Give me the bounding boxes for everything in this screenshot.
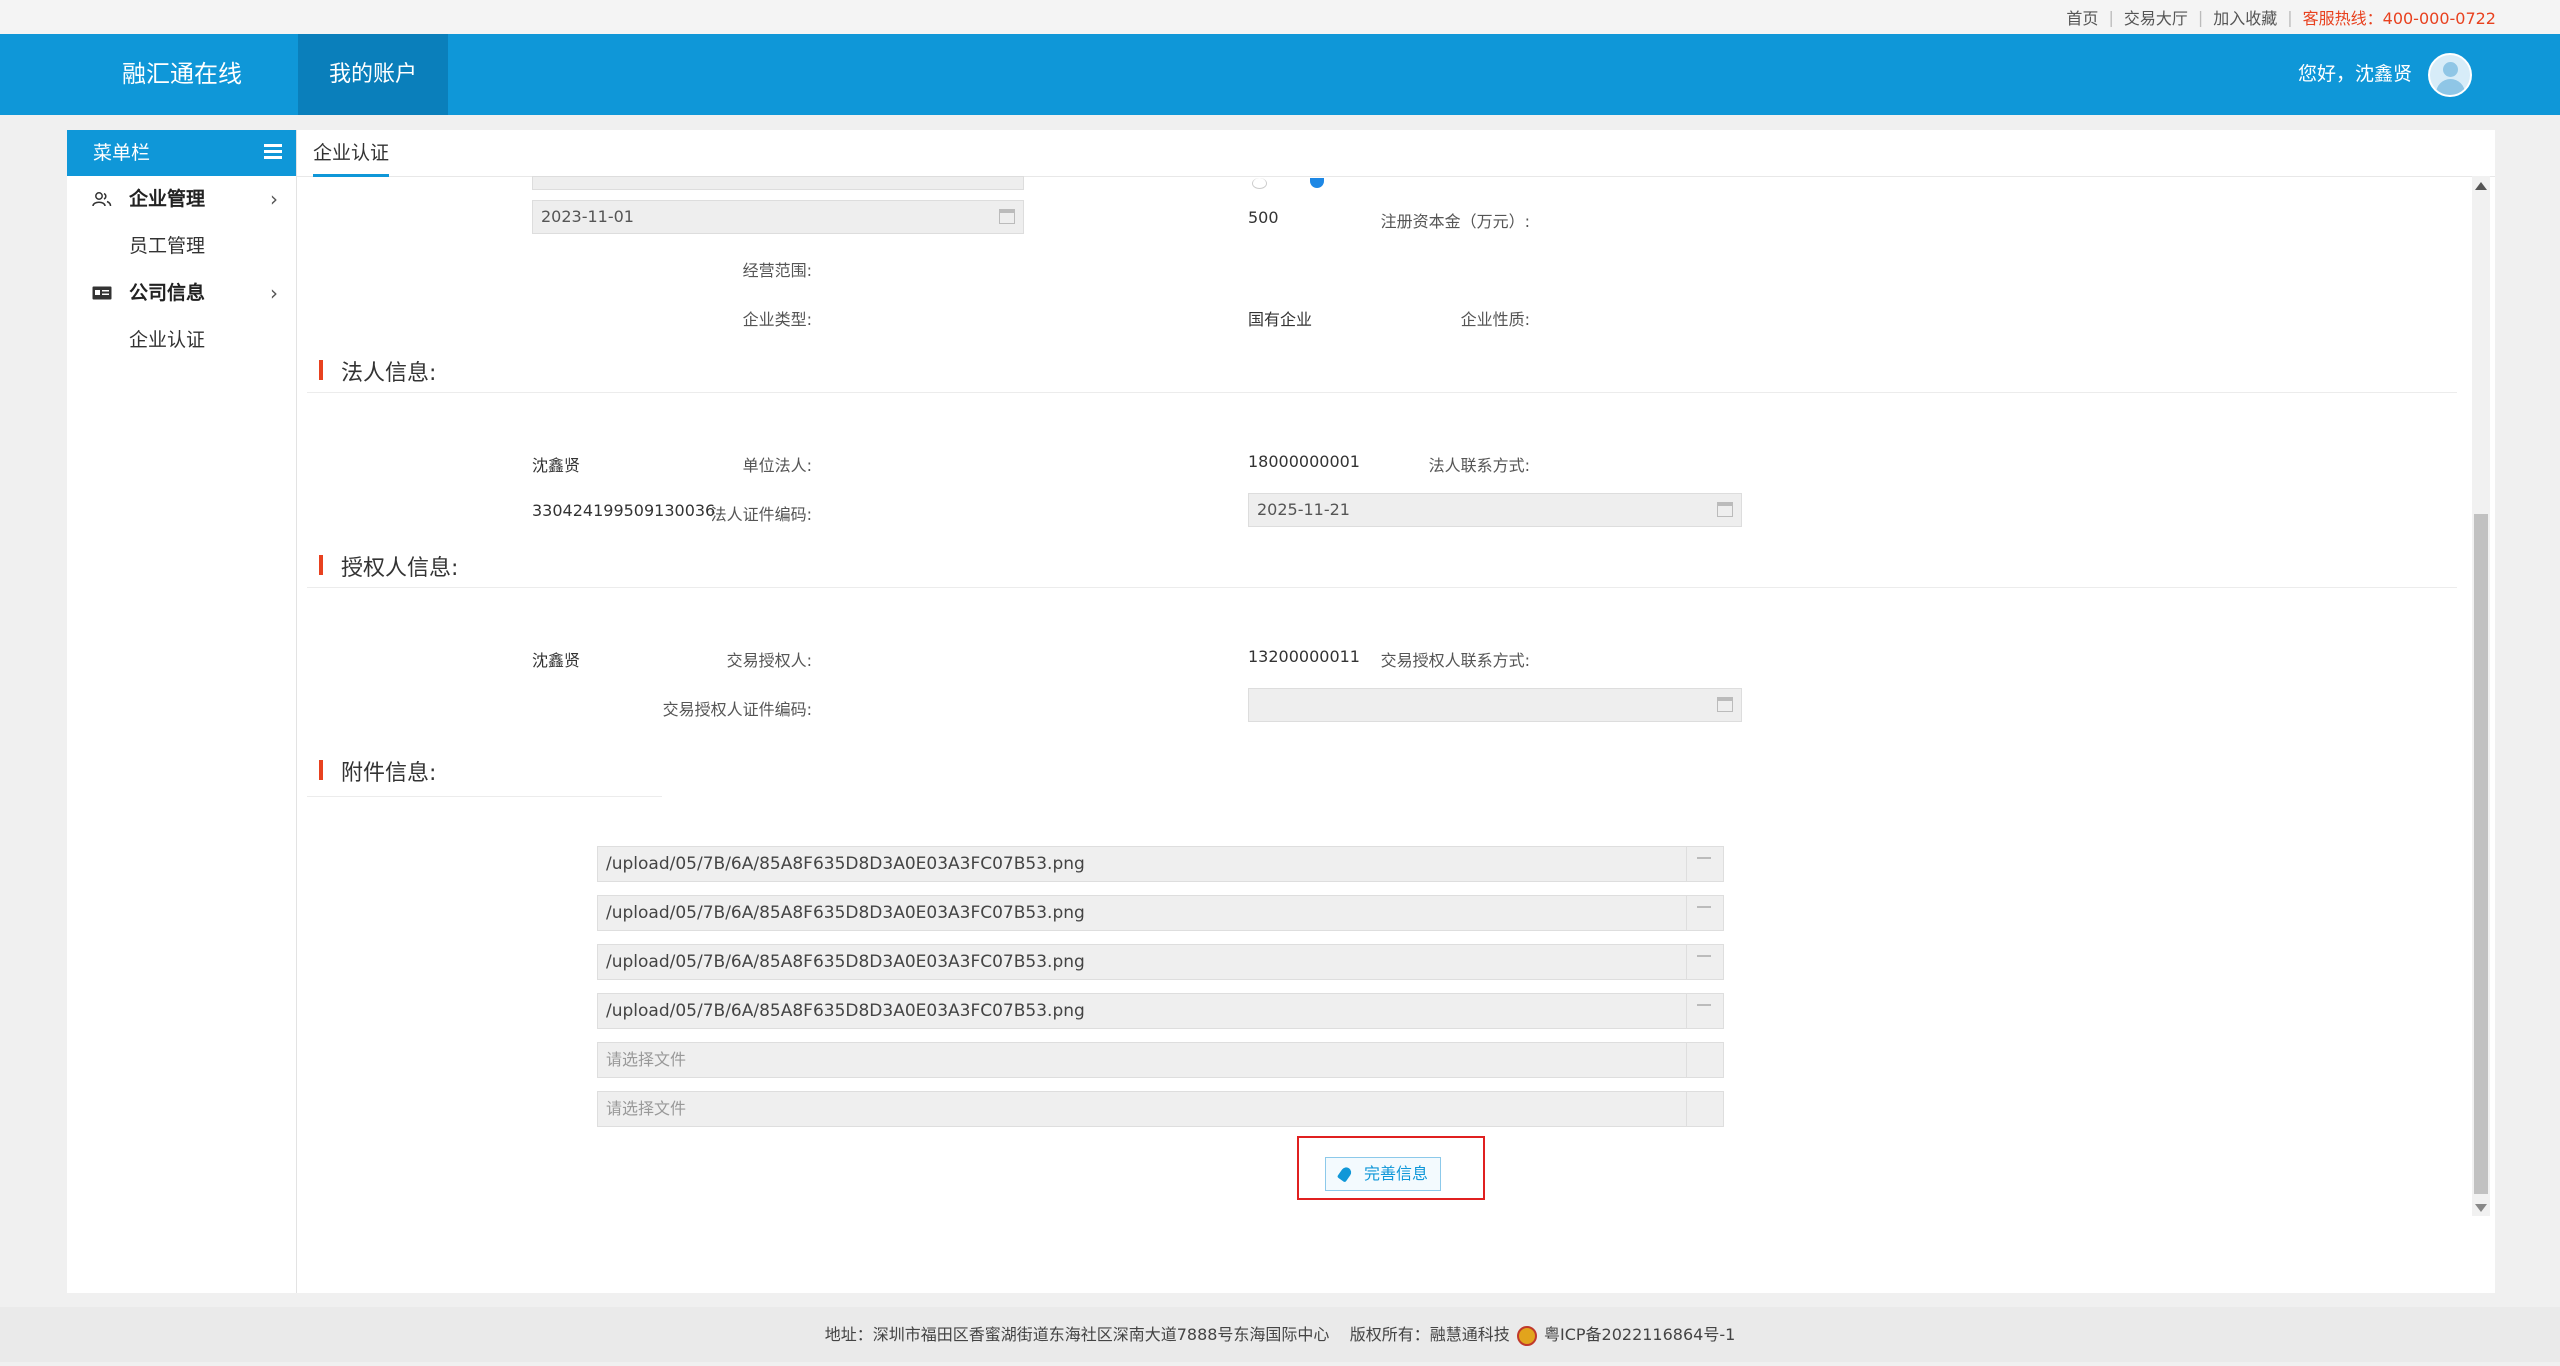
add-favorite-link[interactable]: 加入收藏 bbox=[2207, 5, 2283, 29]
cropped-field bbox=[532, 176, 1024, 190]
legal-expiry-field[interactable]: 2025-11-21 bbox=[1248, 493, 1742, 527]
scope-label: 经营范围: bbox=[742, 261, 812, 280]
sidebar-item-enterprise-certification[interactable]: 企业认证 bbox=[67, 317, 296, 364]
file-placeholder: 请选择文件 bbox=[606, 1050, 687, 1069]
home-link[interactable]: 首页 bbox=[2060, 5, 2104, 29]
content-panel: 企业认证 成立日期: 2023-11-01 注册资本金（万元）: 500 经营范… bbox=[297, 130, 2495, 1293]
file-browse-button[interactable] bbox=[1686, 945, 1723, 979]
legal-phone-value: 18000000001 bbox=[1248, 452, 1360, 471]
section-divider bbox=[307, 392, 2457, 393]
edit-pen-icon bbox=[1336, 1165, 1354, 1183]
sidebar-item-employee-management[interactable]: 员工管理 bbox=[67, 223, 296, 270]
authorized-phone-value: 13200000011 bbox=[1248, 647, 1360, 666]
divider: | bbox=[2197, 7, 2204, 27]
file-field-authorization-letter[interactable]: 请选择文件 bbox=[597, 1091, 1724, 1127]
section-divider bbox=[307, 796, 662, 797]
section-title-legal: 法人信息: bbox=[319, 355, 436, 387]
avatar-head bbox=[2443, 62, 2458, 77]
scroll-down-arrow-icon[interactable] bbox=[2475, 1204, 2487, 1212]
file-browse-button[interactable] bbox=[1686, 1092, 1723, 1126]
authorized-id-label: 交易授权人证件编码: bbox=[662, 700, 812, 719]
scrollbar-thumb[interactable] bbox=[2474, 514, 2488, 1194]
divider: | bbox=[2287, 7, 2293, 27]
file-path: /upload/05/7B/6A/85A8F635D8D3A0E03A3FC07… bbox=[606, 854, 1085, 874]
file-field-legal-id-back[interactable]: /upload/05/7B/6A/85A8F635D8D3A0E03A3FC07… bbox=[597, 944, 1724, 980]
file-field-authorized-id-back[interactable]: 请选择文件 bbox=[597, 1042, 1724, 1078]
footer-copyright: 版权所有：融慧通科技 bbox=[1349, 1325, 1510, 1344]
capital-value: 500 bbox=[1248, 208, 1279, 227]
radio-button-selected[interactable] bbox=[1310, 178, 1324, 188]
id-card-icon bbox=[92, 286, 112, 300]
founded-date-field[interactable]: 2023-11-01 bbox=[532, 200, 1024, 234]
avatar-body bbox=[2436, 79, 2465, 95]
scroll-up-arrow-icon[interactable] bbox=[2475, 182, 2487, 190]
main-header: 融汇通在线 我的账户 您好，沈鑫贤 bbox=[0, 34, 2560, 115]
footer: 地址：深圳市福田区香蜜湖街道东海社区深南大道7888号东海国际中心 版权所有：融… bbox=[0, 1307, 2560, 1362]
legal-expiry-value: 2025-11-21 bbox=[1257, 500, 1350, 519]
calendar-icon bbox=[1717, 697, 1733, 712]
file-field-legal-id-front[interactable]: /upload/05/7B/6A/85A8F635D8D3A0E03A3FC07… bbox=[597, 895, 1724, 931]
users-icon bbox=[92, 192, 112, 207]
police-badge-icon bbox=[1516, 1325, 1537, 1346]
file-browse-button[interactable] bbox=[1686, 896, 1723, 930]
chevron-right-icon: › bbox=[270, 281, 278, 305]
top-utility-bar: 首页 | 交易大厅 | 加入收藏 | 客服热线：400-000-0722 bbox=[0, 0, 2560, 34]
sidebar-item-label: 公司信息 bbox=[129, 282, 206, 304]
sidebar-item-company-info[interactable]: 公司信息 › bbox=[67, 270, 296, 317]
footer-address: 地址：深圳市福田区香蜜湖街道东海社区深南大道7888号东海国际中心 bbox=[824, 1325, 1330, 1344]
authorized-person-value: 沈鑫贤 bbox=[532, 651, 581, 670]
brand-logo-text[interactable]: 融汇通在线 bbox=[122, 34, 242, 115]
tab-bar: 企业认证 bbox=[297, 130, 2495, 177]
file-browse-button[interactable] bbox=[1686, 847, 1723, 881]
nature-value: 国有企业 bbox=[1248, 310, 1313, 329]
chevron-right-icon: › bbox=[270, 187, 278, 211]
tab-enterprise-certification[interactable]: 企业认证 bbox=[313, 130, 390, 177]
menu-toggle-icon[interactable] bbox=[264, 144, 282, 160]
section-title-attachments: 附件信息: bbox=[319, 755, 436, 787]
file-path: /upload/05/7B/6A/85A8F635D8D3A0E03A3FC07… bbox=[606, 952, 1085, 972]
hotline-text: 客服热线：400-000-0722 bbox=[2302, 9, 2496, 28]
radio-button[interactable] bbox=[1252, 178, 1267, 189]
file-path: /upload/05/7B/6A/85A8F635D8D3A0E03A3FC07… bbox=[606, 903, 1085, 923]
sidebar-item-enterprise-management[interactable]: 企业管理 › bbox=[67, 176, 296, 223]
sidebar: 菜单栏 企业管理 › 员工管理 公司信息 › 企业认证 bbox=[67, 130, 297, 1293]
file-placeholder: 请选择文件 bbox=[606, 1099, 687, 1118]
divider: | bbox=[2108, 7, 2114, 27]
sidebar-header: 菜单栏 bbox=[67, 130, 296, 176]
legal-id-value: 330424199509130036 bbox=[532, 501, 716, 520]
file-field-authorized-id-front[interactable]: /upload/05/7B/6A/85A8F635D8D3A0E03A3FC07… bbox=[597, 993, 1724, 1029]
trading-hall-link[interactable]: 交易大厅 bbox=[2118, 5, 2194, 29]
authorized-expiry-field[interactable] bbox=[1248, 688, 1742, 722]
file-browse-button[interactable] bbox=[1686, 1043, 1723, 1077]
sidebar-title: 菜单栏 bbox=[93, 142, 151, 164]
file-field-business-license[interactable]: /upload/05/7B/6A/85A8F635D8D3A0E03A3FC07… bbox=[597, 846, 1724, 882]
file-browse-button[interactable] bbox=[1686, 994, 1723, 1028]
legal-person-value: 沈鑫贤 bbox=[532, 456, 581, 475]
section-divider bbox=[307, 587, 2457, 588]
user-greeting: 您好，沈鑫贤 bbox=[2297, 63, 2412, 85]
type-label: 企业类型: bbox=[742, 310, 812, 329]
file-path: /upload/05/7B/6A/85A8F635D8D3A0E03A3FC07… bbox=[606, 1001, 1085, 1021]
vertical-scrollbar[interactable] bbox=[2472, 176, 2490, 1216]
nav-my-account[interactable]: 我的账户 bbox=[298, 34, 448, 115]
complete-info-button[interactable]: 完善信息 bbox=[1325, 1157, 1441, 1191]
founded-date-value: 2023-11-01 bbox=[541, 207, 634, 226]
footer-icp[interactable]: 粤ICP备2022116864号-1 bbox=[1544, 1325, 1735, 1344]
calendar-icon bbox=[1717, 502, 1733, 517]
top-links: 首页 | 交易大厅 | 加入收藏 | 客服热线：400-000-0722 bbox=[2060, 0, 2496, 34]
section-title-authorized: 授权人信息: bbox=[319, 550, 458, 582]
sidebar-item-label: 企业管理 bbox=[129, 188, 206, 210]
avatar[interactable] bbox=[2428, 53, 2472, 97]
complete-info-label: 完善信息 bbox=[1363, 1164, 1428, 1183]
